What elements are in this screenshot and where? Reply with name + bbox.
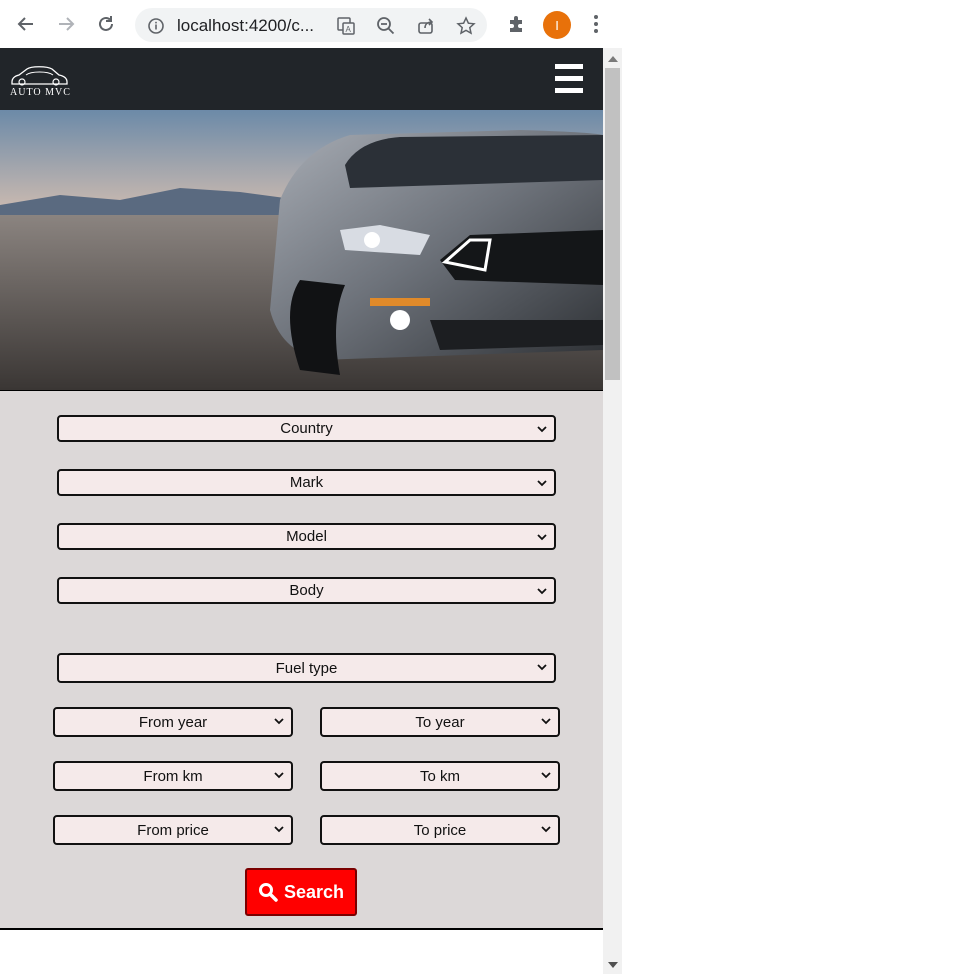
search-filters-form: Country Mark Model Body Fuel type From y… bbox=[0, 391, 603, 930]
country-select-value: Country bbox=[280, 420, 333, 437]
car-logo-icon bbox=[11, 66, 68, 86]
to-year-select[interactable]: To year bbox=[320, 707, 560, 737]
zoom-out-icon[interactable] bbox=[375, 15, 397, 37]
profile-avatar[interactable]: I bbox=[543, 11, 571, 39]
site-navbar: AUTO MVC bbox=[0, 48, 603, 110]
chevron-down-icon bbox=[537, 534, 547, 541]
svg-text:A: A bbox=[346, 25, 352, 34]
fuel-type-select-value: Fuel type bbox=[275, 659, 338, 677]
site-info-icon[interactable] bbox=[145, 15, 167, 37]
body-select-value: Body bbox=[289, 582, 324, 599]
extensions-icon[interactable] bbox=[502, 10, 530, 38]
translate-icon[interactable]: A bbox=[335, 15, 357, 37]
scroll-down-arrow-icon[interactable] bbox=[608, 962, 618, 968]
body-select[interactable]: Body bbox=[57, 577, 556, 604]
chevron-down-icon bbox=[541, 772, 551, 779]
chevron-down-icon bbox=[541, 718, 551, 725]
from-year-select[interactable]: From year bbox=[53, 707, 293, 737]
chevron-down-icon bbox=[537, 426, 547, 433]
share-icon[interactable] bbox=[415, 15, 437, 37]
scroll-thumb[interactable] bbox=[605, 68, 620, 380]
chevron-down-icon bbox=[274, 772, 284, 779]
chevron-down-icon bbox=[274, 826, 284, 833]
reload-icon[interactable] bbox=[92, 10, 120, 38]
browser-toolbar: localhost:4200/c... A I bbox=[0, 0, 622, 49]
fuel-type-select[interactable]: Fuel type bbox=[57, 653, 556, 683]
chevron-down-icon bbox=[274, 718, 284, 725]
chevron-down-icon bbox=[537, 664, 547, 671]
search-button-label: Search bbox=[283, 881, 345, 902]
scroll-up-arrow-icon[interactable] bbox=[608, 56, 618, 62]
from-price-select[interactable]: From price bbox=[53, 815, 293, 845]
forward-icon[interactable] bbox=[52, 10, 80, 38]
address-bar[interactable]: localhost:4200/c... A bbox=[135, 8, 487, 42]
hero-car-image bbox=[0, 110, 603, 392]
country-select[interactable]: Country bbox=[57, 415, 556, 442]
chevron-down-icon bbox=[537, 588, 547, 595]
to-price-select[interactable]: To price bbox=[320, 815, 560, 845]
page-scrollbar[interactable] bbox=[603, 48, 622, 974]
kebab-menu-icon[interactable] bbox=[582, 10, 610, 38]
to-year-select-value: To year bbox=[415, 713, 465, 731]
mark-select[interactable]: Mark bbox=[57, 469, 556, 496]
to-price-select-value: To price bbox=[413, 821, 467, 839]
search-icon bbox=[258, 883, 278, 902]
from-km-select-value: From km bbox=[143, 767, 203, 785]
page-viewport: AUTO MVC Country Mark Model Body Fuel ty… bbox=[0, 48, 603, 974]
back-icon[interactable] bbox=[12, 10, 40, 38]
model-select[interactable]: Model bbox=[57, 523, 556, 550]
from-year-select-value: From year bbox=[138, 713, 208, 731]
from-price-select-value: From price bbox=[137, 821, 209, 839]
search-button[interactable]: Search bbox=[245, 868, 357, 916]
logo-text: AUTO MVC bbox=[10, 87, 71, 98]
chevron-down-icon bbox=[537, 480, 547, 487]
to-km-select-value: To km bbox=[419, 767, 460, 785]
bookmark-star-icon[interactable] bbox=[455, 15, 477, 37]
model-select-value: Model bbox=[286, 528, 327, 545]
from-km-select[interactable]: From km bbox=[53, 761, 293, 791]
url-text: localhost:4200/c... bbox=[177, 16, 315, 35]
chevron-down-icon bbox=[541, 826, 551, 833]
hamburger-menu-icon[interactable] bbox=[555, 64, 583, 94]
to-km-select[interactable]: To km bbox=[320, 761, 560, 791]
mark-select-value: Mark bbox=[289, 474, 324, 491]
